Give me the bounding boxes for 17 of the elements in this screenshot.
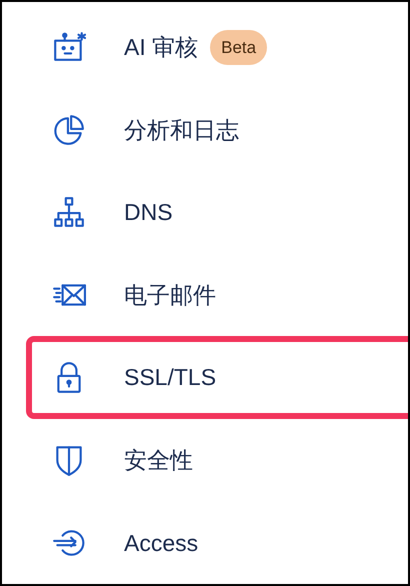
nav-label: 电子邮件	[124, 280, 216, 310]
nav-item[interactable]: AI 审核 Beta	[26, 6, 408, 89]
highlighted-nav-item[interactable]: SSL/TLS	[26, 336, 408, 419]
nav-label: 安全性	[124, 446, 193, 475]
network-icon	[52, 195, 86, 230]
nav-item[interactable]: 电子邮件	[26, 254, 408, 336]
nav-label: 分析和日志	[124, 116, 239, 145]
beta-badge: Beta	[210, 30, 268, 66]
nav-item[interactable]: 分析和日志	[26, 88, 408, 172]
nav-label: Access	[124, 528, 198, 558]
nav-label: DNS	[124, 198, 173, 228]
nav-label: AI 审核	[124, 33, 198, 62]
nav-item[interactable]: Access	[26, 501, 408, 584]
nav-item[interactable]: 安全性	[26, 418, 408, 502]
pie-chart-icon	[52, 112, 86, 147]
nav-label: SSL/TLS	[124, 363, 216, 392]
nav-item[interactable]: DNS	[26, 171, 408, 254]
